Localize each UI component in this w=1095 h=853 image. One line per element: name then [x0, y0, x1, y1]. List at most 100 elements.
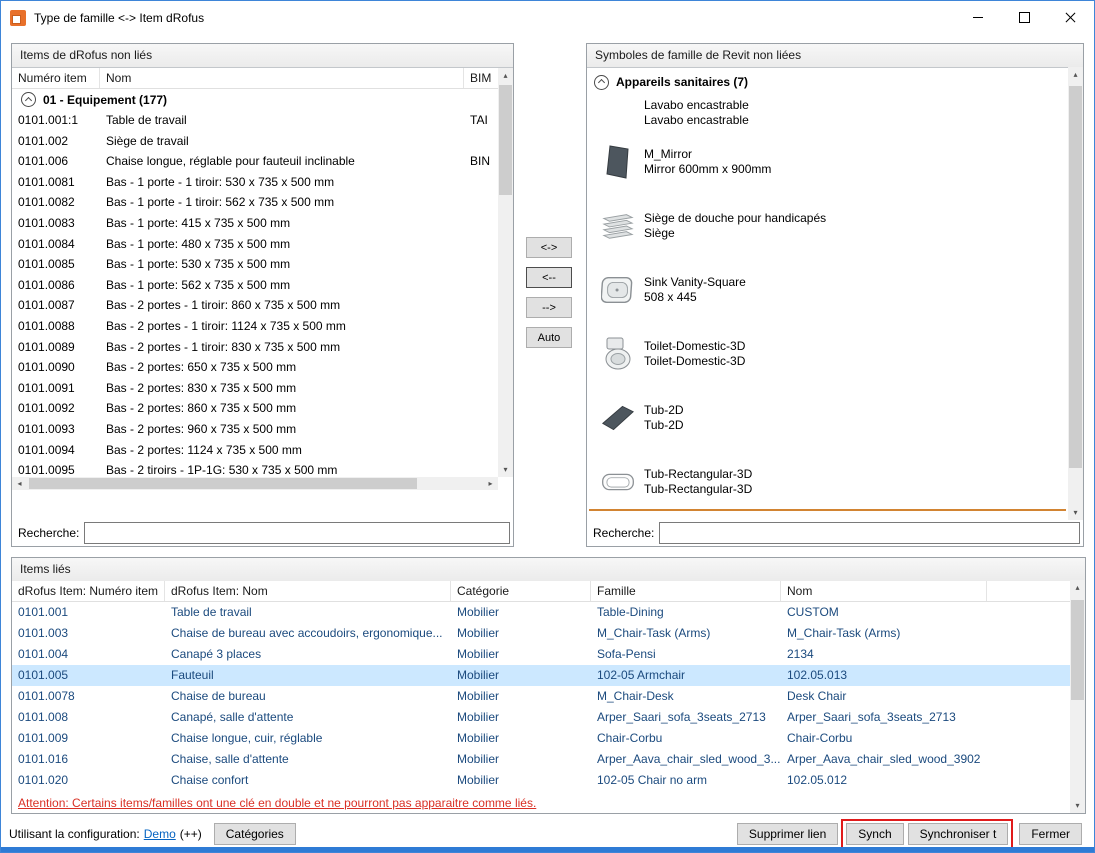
scrollbar-track[interactable] [27, 477, 483, 490]
scroll-left-icon[interactable]: ◂ [12, 477, 27, 490]
family-symbol-item[interactable]: Tub-2D Tub-2D [587, 386, 1068, 450]
unlinked-item-row[interactable]: 0101.0085 Bas - 1 porte: 530 x 735 x 500… [12, 254, 498, 275]
linked-item-family: Table-Dining [591, 602, 781, 623]
synch-button[interactable]: Synch [846, 823, 903, 845]
close-dialog-button[interactable]: Fermer [1019, 823, 1082, 845]
unlinked-item-row[interactable]: 0101.0095 Bas - 2 tiroirs - 1P-1G: 530 x… [12, 460, 498, 477]
maximize-button[interactable] [1001, 2, 1047, 33]
items-search-input[interactable] [84, 522, 510, 544]
family-symbol-item[interactable]: Siège de douche pour handicapés Siège [587, 194, 1068, 258]
scroll-right-icon[interactable]: ▸ [483, 477, 498, 490]
column-header-famille[interactable]: Famille [591, 581, 781, 601]
unlinked-item-row[interactable]: 0101.006 Chaise longue, réglable pour fa… [12, 151, 498, 172]
group-label: 01 - Equipement (177) [43, 93, 167, 107]
scrollbar-track[interactable] [1068, 82, 1083, 505]
group-header-appareils-sanitaires[interactable]: Appareils sanitaires (7) [587, 71, 1068, 93]
linked-item-row[interactable]: 0101.001 Table de travail Mobilier Table… [12, 602, 1085, 623]
family-symbol-item[interactable]: Lavabo encastrable Lavabo encastrable [587, 96, 1068, 130]
item-number: 0101.0094 [12, 440, 100, 461]
title-bar[interactable]: Type de famille <-> Item dRofus [2, 2, 1093, 33]
linked-item-category: Mobilier [451, 623, 591, 644]
horizontal-scrollbar[interactable]: ◂ ▸ [12, 477, 498, 490]
column-header-drofus-nom[interactable]: dRofus Item: Nom [165, 581, 451, 601]
unlinked-item-row[interactable]: 0101.0087 Bas - 2 portes - 1 tiroir: 860… [12, 295, 498, 316]
categories-button[interactable]: Catégories [214, 823, 296, 845]
unlinked-item-row[interactable]: 0101.0091 Bas - 2 portes: 830 x 735 x 50… [12, 378, 498, 399]
unlinked-item-row[interactable]: 0101.0090 Bas - 2 portes: 650 x 735 x 50… [12, 357, 498, 378]
unlinked-item-row[interactable]: 0101.0083 Bas - 1 porte: 415 x 735 x 500… [12, 213, 498, 234]
linked-item-row[interactable]: 0101.005 Fauteuil Mobilier 102-05 Armcha… [12, 665, 1085, 686]
family-symbol-item[interactable]: Sink Vanity-Square 508 x 445 [587, 258, 1068, 322]
group-header-equipement[interactable]: 01 - Equipement (177) [12, 89, 498, 110]
item-bim-code [464, 254, 498, 275]
delete-link-button[interactable]: Supprimer lien [737, 823, 838, 845]
item-name: Bas - 1 porte: 480 x 735 x 500 mm [100, 234, 464, 255]
scrollbar-track[interactable] [1070, 595, 1085, 798]
scrollbar-thumb[interactable] [29, 478, 417, 489]
family-type-name: Tub-Rectangular-3D [644, 482, 752, 497]
families-search-row: Recherche: [587, 520, 1083, 546]
scroll-down-icon[interactable]: ▾ [1068, 505, 1083, 520]
collapse-icon[interactable] [594, 75, 609, 90]
scrollbar-thumb[interactable] [1071, 600, 1084, 700]
collapse-icon[interactable] [21, 92, 36, 107]
linked-item-row[interactable]: 0101.009 Chaise longue, cuir, réglable M… [12, 728, 1085, 749]
vertical-scrollbar[interactable]: ▴ ▾ [1070, 580, 1085, 813]
scroll-up-icon[interactable]: ▴ [1070, 580, 1085, 595]
config-link[interactable]: Demo [144, 827, 176, 841]
unlinked-item-row[interactable]: 0101.0082 Bas - 1 porte - 1 tiroir: 562 … [12, 192, 498, 213]
linked-item-row[interactable]: 0101.008 Canapé, salle d'attente Mobilie… [12, 707, 1085, 728]
unlinked-item-row[interactable]: 0101.0088 Bas - 2 portes - 1 tiroir: 112… [12, 316, 498, 337]
close-button[interactable] [1047, 2, 1093, 33]
unlinked-item-row[interactable]: 0101.0094 Bas - 2 portes: 1124 x 735 x 5… [12, 440, 498, 461]
column-header-numero-item[interactable]: Numéro item [12, 68, 100, 88]
scrollbar-thumb[interactable] [1069, 86, 1082, 468]
family-symbol-item[interactable]: Tub-Rectangular-3D Tub-Rectangular-3D [587, 450, 1068, 514]
column-header-nom[interactable]: Nom [100, 68, 464, 88]
families-search-input[interactable] [659, 522, 1080, 544]
minimize-button[interactable] [955, 2, 1001, 33]
linked-item-number: 0101.004 [12, 644, 165, 665]
column-header-drofus-numero[interactable]: dRofus Item: Numéro item [12, 581, 165, 601]
linked-item-family: 102-05 Armchair [591, 665, 781, 686]
unlink-button[interactable]: <-- [526, 267, 572, 288]
vertical-scrollbar[interactable]: ▴ ▾ [1068, 67, 1083, 520]
scroll-down-icon[interactable]: ▾ [498, 462, 513, 477]
unlinked-item-row[interactable]: 0101.0086 Bas - 1 porte: 562 x 735 x 500… [12, 275, 498, 296]
item-bim-code [464, 440, 498, 461]
linked-item-row[interactable]: 0101.003 Chaise de bureau avec accoudoir… [12, 623, 1085, 644]
auto-link-button[interactable]: Auto [526, 327, 572, 348]
vertical-scrollbar[interactable]: ▴ ▾ [498, 68, 513, 477]
item-name: Chaise longue, réglable pour fauteuil in… [100, 151, 464, 172]
linked-item-number: 0101.020 [12, 770, 165, 791]
linked-item-row[interactable]: 0101.016 Chaise, salle d'attente Mobilie… [12, 749, 1085, 770]
column-header-bim[interactable]: BIM [464, 68, 498, 88]
family-symbol-item[interactable]: M_Mirror Mirror 600mm x 900mm [587, 130, 1068, 194]
move-right-button[interactable]: --> [526, 297, 572, 318]
unlinked-item-row[interactable]: 0101.0089 Bas - 2 portes - 1 tiroir: 830… [12, 337, 498, 358]
list-separator [589, 509, 1066, 511]
unlinked-item-row[interactable]: 0101.002 Siège de travail [12, 131, 498, 152]
family-symbol-item[interactable]: Toilet-Domestic-3D Toilet-Domestic-3D [587, 322, 1068, 386]
linked-item-category: Mobilier [451, 707, 591, 728]
scrollbar-thumb[interactable] [499, 85, 512, 195]
column-header-empty[interactable] [987, 581, 1070, 601]
unlinked-item-row[interactable]: 0101.0081 Bas - 1 porte - 1 tiroir: 530 … [12, 172, 498, 193]
unlinked-item-row[interactable]: 0101.0093 Bas - 2 portes: 960 x 735 x 50… [12, 419, 498, 440]
linked-item-row[interactable]: 0101.020 Chaise confort Mobilier 102-05 … [12, 770, 1085, 791]
scroll-up-icon[interactable]: ▴ [1068, 67, 1083, 82]
synchronize-all-button[interactable]: Synchroniser t [908, 823, 1009, 845]
scrollbar-track[interactable] [498, 83, 513, 462]
family-type-name: Lavabo encastrable [644, 113, 749, 128]
unlinked-item-row[interactable]: 0101.0092 Bas - 2 portes: 860 x 735 x 50… [12, 398, 498, 419]
link-button[interactable]: <-> [526, 237, 572, 258]
linked-item-row[interactable]: 0101.0078 Chaise de bureau Mobilier M_Ch… [12, 686, 1085, 707]
scroll-down-icon[interactable]: ▾ [1070, 798, 1085, 813]
linked-item-row[interactable]: 0101.004 Canapé 3 places Mobilier Sofa-P… [12, 644, 1085, 665]
unlinked-item-row[interactable]: 0101.001:1 Table de travail TAI [12, 110, 498, 131]
column-header-categorie[interactable]: Catégorie [451, 581, 591, 601]
column-header-nom[interactable]: Nom [781, 581, 987, 601]
family-name: Toilet-Domestic-3D [644, 339, 745, 354]
unlinked-item-row[interactable]: 0101.0084 Bas - 1 porte: 480 x 735 x 500… [12, 234, 498, 255]
scroll-up-icon[interactable]: ▴ [498, 68, 513, 83]
